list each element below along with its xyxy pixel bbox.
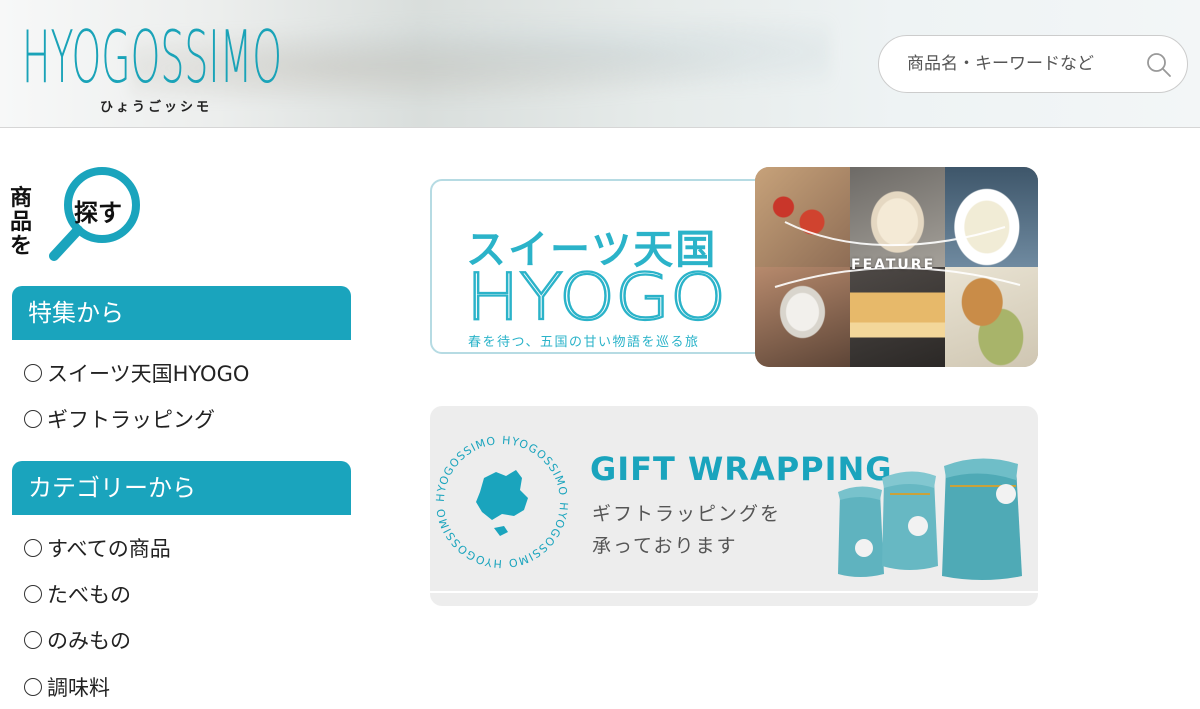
find-lens-label: 探す — [74, 199, 122, 227]
bullet-circle-icon — [24, 678, 42, 696]
site-logo[interactable]: HYOGOSSIMO ひょうごッシモ — [22, 10, 292, 120]
gift-bags-illustration — [838, 458, 1022, 580]
sidebar-item-label: たべもの — [47, 583, 131, 607]
bullet-circle-icon — [24, 364, 42, 382]
bullet-circle-icon — [24, 539, 42, 557]
section-header-feature: 特集から — [12, 286, 351, 340]
search-box[interactable] — [878, 35, 1188, 93]
sidebar-item-food[interactable]: たべもの — [24, 579, 131, 609]
sidebar-item-label: すべての商品 — [47, 537, 171, 561]
sweets-banner-title-en-wrap: HYOGO — [465, 261, 727, 327]
find-products-heading: 商品を 探す — [10, 165, 150, 265]
gift-banner-line1: ギフトラッピングを — [592, 503, 782, 525]
logo-text: HYOGOSSIMO — [22, 15, 282, 99]
logo-kana: ひょうごッシモ — [100, 100, 213, 115]
site-header: HYOGOSSIMO ひょうごッシモ — [0, 0, 1200, 128]
sidebar-item-label: のみもの — [47, 629, 131, 653]
sweets-hyogo-banner[interactable]: スイーツ天国 HYOGO 春を待つ、五国の甘い物語を巡る旅 FEATURE — [430, 167, 1040, 367]
sweets-banner-title-en: HYOGO — [466, 261, 726, 327]
bullet-circle-icon — [24, 410, 42, 428]
sidebar-item-label: スイーツ天国HYOGO — [47, 362, 250, 386]
hyogo-map-icon: HYOGOSSIMO HYOGOSSIMO HYOGOSSIMO HYOGOSS… — [434, 434, 569, 570]
feature-label: FEATURE — [851, 257, 936, 273]
search-input[interactable] — [907, 54, 1147, 74]
gift-banner-subtitle: ギフトラッピングを 承っております — [592, 498, 781, 562]
sweets-banner-frame: スイーツ天国 HYOGO 春を待つ、五国の甘い物語を巡る旅 — [430, 179, 775, 354]
sidebar-item-seasonings[interactable]: 調味料 — [24, 672, 110, 702]
search-icon[interactable] — [1145, 51, 1173, 79]
bullet-circle-icon — [24, 631, 42, 649]
sweets-photo-collage: FEATURE — [755, 167, 1038, 367]
sidebar-item-label: 調味料 — [47, 676, 110, 700]
sweets-banner-subtitle: 春を待つ、五国の甘い物語を巡る旅 — [468, 335, 700, 350]
sidebar-item-label: ギフトラッピング — [47, 408, 215, 432]
section-header-category: カテゴリーから — [12, 461, 351, 515]
bullet-circle-icon — [24, 585, 42, 603]
gift-banner-line2: 承っております — [592, 535, 738, 557]
sidebar-item-gift-wrapping[interactable]: ギフトラッピング — [24, 404, 215, 434]
sidebar-item-drinks[interactable]: のみもの — [24, 625, 131, 655]
sidebar-item-all-products[interactable]: すべての商品 — [24, 533, 171, 563]
gift-wrapping-banner[interactable]: HYOGOSSIMO HYOGOSSIMO HYOGOSSIMO HYOGOSS… — [430, 406, 1038, 606]
find-vertical-text: 商品を — [10, 186, 33, 259]
sidebar-item-sweets-hyogo[interactable]: スイーツ天国HYOGO — [24, 358, 249, 388]
logo-wordmark: HYOGOSSIMO — [22, 15, 282, 99]
